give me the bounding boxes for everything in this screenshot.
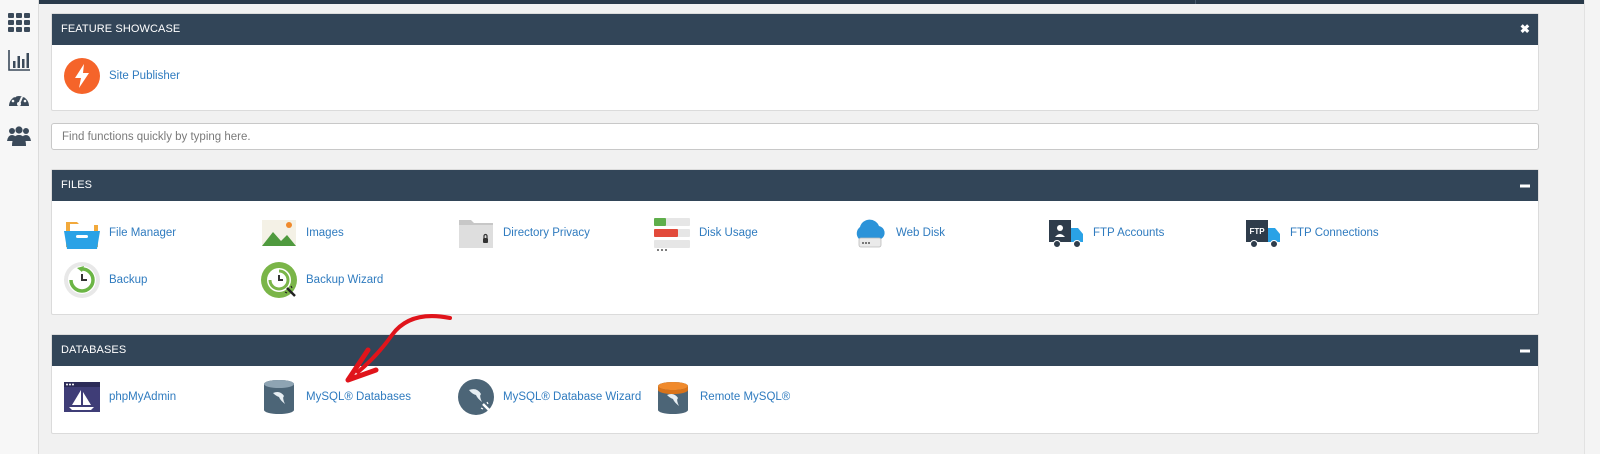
images-icon [260, 214, 298, 252]
files-title: FILES [61, 179, 93, 191]
ftp-accounts-label: FTP Accounts [1093, 227, 1165, 239]
feature-showcase-title: FEATURE SHOWCASE [61, 23, 181, 35]
images-item[interactable]: Images [260, 213, 344, 253]
remote-mysql-icon [654, 378, 692, 416]
databases-header: DATABASES [52, 335, 1538, 366]
images-label: Images [306, 227, 344, 239]
directory-privacy-label: Directory Privacy [503, 227, 590, 239]
file-manager-label: File Manager [109, 227, 177, 239]
collapse-button[interactable] [1520, 170, 1530, 201]
mysql-wizard-item[interactable]: MySQL® Database Wizard [457, 377, 641, 417]
grid-icon[interactable] [7, 10, 31, 34]
svg-text:FTP: FTP [1249, 227, 1265, 236]
web-disk-item[interactable]: Web Disk [850, 213, 945, 253]
mysql-databases-label: MySQL® Databases [306, 391, 411, 403]
directory-privacy-icon [457, 214, 495, 252]
remote-mysql-label: Remote MySQL® [700, 391, 791, 403]
mysql-wizard-icon [457, 378, 495, 416]
ftp-connections-label: FTP Connections [1290, 227, 1379, 239]
scrollbar[interactable] [1584, 0, 1600, 454]
ftp-accounts-item[interactable]: FTP Accounts [1047, 213, 1164, 253]
top-bar [0, 0, 1600, 4]
search-input[interactable] [51, 123, 1539, 150]
databases-title: DATABASES [61, 344, 127, 356]
close-button[interactable]: ✖ [1520, 14, 1530, 45]
phpmyadmin-item[interactable]: phpMyAdmin [63, 377, 176, 417]
mysql-wizard-label: MySQL® Database Wizard [503, 391, 642, 403]
file-manager-icon [63, 214, 101, 252]
web-disk-icon [850, 214, 888, 252]
disk-usage-item[interactable]: Disk Usage [653, 213, 758, 253]
users-icon[interactable] [7, 123, 31, 147]
directory-privacy-item[interactable]: Directory Privacy [457, 213, 590, 253]
site-publisher-label: Site Publisher [109, 70, 180, 82]
disk-usage-label: Disk Usage [699, 227, 758, 239]
site-publisher-item[interactable]: Site Publisher [63, 56, 180, 96]
mysql-databases-icon [260, 378, 298, 416]
backup-item[interactable]: Backup [63, 260, 147, 300]
file-manager-item[interactable]: File Manager [63, 213, 176, 253]
ftp-connections-icon: FTP [1244, 214, 1282, 252]
backup-wizard-item[interactable]: Backup Wizard [260, 260, 383, 300]
phpmyadmin-label: phpMyAdmin [109, 391, 177, 403]
dashboard-gauge-icon[interactable] [7, 87, 31, 111]
left-sidebar [0, 0, 39, 454]
databases-panel: DATABASES phpMyAdmin MySQL® Databases My… [51, 334, 1539, 434]
ftp-connections-item[interactable]: FTP FTP Connections [1244, 213, 1379, 253]
web-disk-label: Web Disk [896, 227, 945, 239]
phpmyadmin-icon [63, 378, 101, 416]
disk-usage-icon [653, 214, 691, 252]
backup-wizard-icon [260, 261, 298, 299]
feature-showcase-panel: FEATURE SHOWCASE ✖ Site Publisher [51, 13, 1539, 111]
lightning-icon [63, 57, 101, 95]
ftp-accounts-icon [1047, 214, 1085, 252]
files-panel: FILES File Manager Images Directory Priv… [51, 169, 1539, 315]
mysql-databases-item[interactable]: MySQL® Databases [260, 377, 411, 417]
backup-icon [63, 261, 101, 299]
backup-label: Backup [109, 274, 148, 286]
collapse-button[interactable] [1520, 335, 1530, 366]
remote-mysql-item[interactable]: Remote MySQL® [654, 377, 790, 417]
bar-chart-icon[interactable] [7, 48, 31, 72]
backup-wizard-label: Backup Wizard [306, 274, 384, 286]
feature-showcase-header: FEATURE SHOWCASE ✖ [52, 14, 1538, 45]
files-header: FILES [52, 170, 1538, 201]
